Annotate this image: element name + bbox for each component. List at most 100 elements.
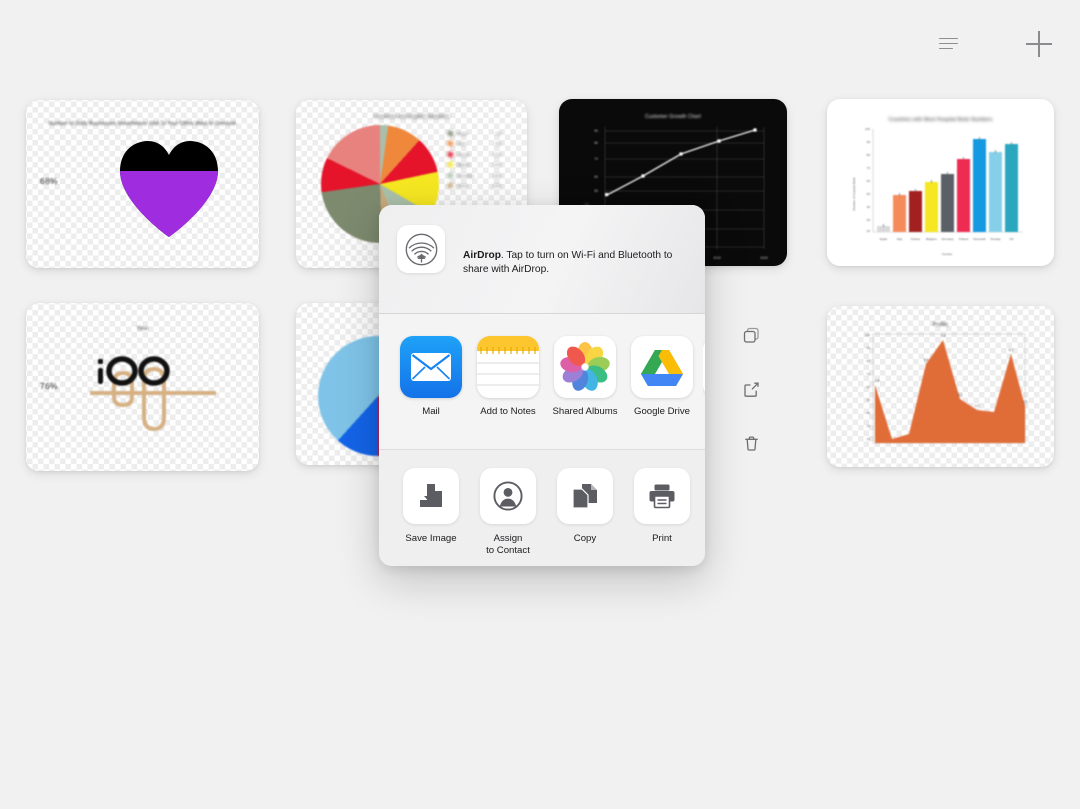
share-app-label: Mail: [422, 406, 440, 417]
percent-label: 68%: [40, 176, 58, 186]
svg-text:2020: 2020: [760, 256, 768, 260]
duplicate-button[interactable]: [738, 322, 764, 348]
svg-text:2.2: 2.2: [975, 404, 980, 408]
airdrop-icon-tile: [397, 225, 445, 273]
svg-text:UK: UK: [1009, 237, 1013, 241]
svg-text:100: 100: [865, 333, 870, 337]
share-icon: [743, 382, 759, 397]
svg-text:50: 50: [867, 192, 871, 196]
airdrop-description: AirDrop. Tap to turn on Wi-Fi and Blueto…: [463, 249, 689, 276]
share-app-add-to-notes[interactable]: Add to Notes: [472, 336, 544, 417]
svg-text:Denmark: Denmark: [973, 237, 986, 241]
svg-text:5.2: 5.2: [924, 358, 929, 362]
svg-text:100: 100: [865, 127, 870, 131]
svg-text:Norway: Norway: [990, 237, 1001, 241]
svg-text:Germany: Germany: [941, 237, 954, 241]
share-action-label: Print: [652, 533, 672, 544]
svg-text:2.8: 2.8: [875, 379, 880, 383]
share-app-label: Add to Notes: [480, 406, 536, 417]
share-action-label-line2: to Contact: [486, 545, 530, 556]
svg-text:Italy: Italy: [897, 237, 903, 241]
svg-text:60: 60: [867, 385, 871, 389]
svg-text:2.9: 2.9: [1023, 400, 1028, 404]
share-action-assign-to-contact[interactable]: Assign to Contact: [472, 468, 544, 557]
legend-item: China 24%: [448, 181, 501, 192]
hamburger-menu-icon: [938, 37, 958, 51]
canvas-card-heart-infographic[interactable]: Number of Gulfs Businesses Nonetheless V…: [26, 100, 259, 268]
svg-text:Poland: Poland: [959, 237, 969, 241]
canvas-card-hospital-beds-bar-chart[interactable]: Countries with Most Hospital Beds Number…: [827, 99, 1054, 266]
svg-text:80: 80: [594, 141, 598, 145]
share-app-shared-albums[interactable]: Shared Albums: [549, 336, 621, 417]
canvas-card-profits-area-chart[interactable]: Profits 2.8 5.2 7.4 3.1 2.2 6.1 2.9 100 …: [827, 306, 1054, 467]
svg-text:70: 70: [594, 157, 598, 161]
svg-text:20: 20: [867, 437, 871, 441]
pictogram-graphic: [88, 331, 218, 441]
save-image-icon: [403, 468, 459, 524]
svg-text:60: 60: [867, 179, 871, 183]
svg-text:70: 70: [867, 372, 871, 376]
delete-button[interactable]: [738, 430, 764, 456]
print-icon: [634, 468, 690, 524]
svg-text:50: 50: [594, 189, 598, 193]
svg-text:70: 70: [867, 166, 871, 170]
copy-icon: [557, 468, 613, 524]
share-app-mail[interactable]: Mail: [395, 336, 467, 417]
share-action-print[interactable]: Print: [626, 468, 698, 544]
canvas-card-pictogram-infographic[interactable]: Time 76%: [26, 303, 259, 471]
share-action-label: Save Image: [405, 533, 457, 544]
svg-text:Belgium: Belgium: [926, 237, 937, 241]
share-action-label: Copy: [573, 533, 597, 544]
svg-text:80: 80: [867, 359, 871, 363]
svg-text:60: 60: [594, 175, 598, 179]
svg-text:Number of Hospital Beds: Number of Hospital Beds: [852, 177, 856, 211]
svg-text:3.1: 3.1: [958, 393, 963, 397]
duplicate-icon: [743, 327, 759, 343]
card-title: Countries and English Speakers: [373, 114, 450, 120]
svg-text:France: France: [911, 237, 921, 241]
airdrop-icon: [405, 233, 437, 265]
share-app-next-partial[interactable]: [703, 336, 705, 398]
top-toolbar: [0, 0, 1080, 88]
svg-text:20: 20: [867, 229, 871, 233]
notes-icon: [477, 336, 539, 398]
legend-item: India 9%: [448, 139, 501, 150]
share-action-save-image[interactable]: Save Image: [395, 468, 467, 544]
actions-row: Save Image Assign to Contact Copy Print: [379, 450, 705, 566]
share-action-copy[interactable]: Copy: [549, 468, 621, 544]
legend-item: Brazil 7%: [448, 128, 501, 139]
partial-next-app-icon: [703, 336, 705, 398]
hamburger-menu-button[interactable]: [931, 27, 965, 61]
percent-label: 76%: [40, 381, 58, 391]
svg-text:90: 90: [594, 129, 598, 133]
svg-text:2019: 2019: [713, 256, 721, 260]
legend-item: Nigeria 12%: [448, 160, 501, 171]
share-button[interactable]: [738, 376, 764, 402]
svg-text:Spain: Spain: [880, 237, 888, 241]
mail-icon: [400, 336, 462, 398]
assign-to-contact-icon: [480, 468, 536, 524]
bar-chart-graphic: Spain Italy France Belgium Germany Polan…: [852, 127, 1023, 256]
google-drive-icon: [631, 336, 693, 398]
svg-text:6.1: 6.1: [1009, 348, 1014, 352]
airdrop-row[interactable]: AirDrop. Tap to turn on Wi-Fi and Blueto…: [379, 205, 705, 313]
add-button[interactable]: [1022, 27, 1056, 61]
svg-text:40: 40: [867, 411, 871, 415]
apps-row: Mail Add to Notes Shared Albums Google D…: [379, 314, 705, 449]
trash-icon: [744, 435, 758, 451]
svg-text:90: 90: [867, 346, 871, 350]
svg-text:90: 90: [867, 140, 871, 144]
share-sheet: AirDrop. Tap to turn on Wi-Fi and Blueto…: [379, 205, 705, 566]
heart-graphic: [114, 135, 224, 240]
svg-text:80: 80: [867, 153, 871, 157]
share-action-label: Assign: [493, 533, 523, 544]
legend-item: Germany 18%: [448, 170, 501, 181]
svg-text:30: 30: [867, 218, 871, 222]
airdrop-title: AirDrop: [463, 250, 501, 261]
share-app-label: Shared Albums: [552, 406, 618, 417]
pie-legend: Brazil 7% India 9% France 11% Nigeria 12% Ge…: [448, 128, 501, 191]
svg-text:7.4: 7.4: [941, 334, 946, 338]
area-chart-graphic: 2.8 5.2 7.4 3.1 2.2 6.1 2.9 100 90 80 70…: [865, 333, 1028, 444]
share-app-google-drive[interactable]: Google Drive: [626, 336, 698, 417]
legend-item: France 11%: [448, 149, 501, 160]
